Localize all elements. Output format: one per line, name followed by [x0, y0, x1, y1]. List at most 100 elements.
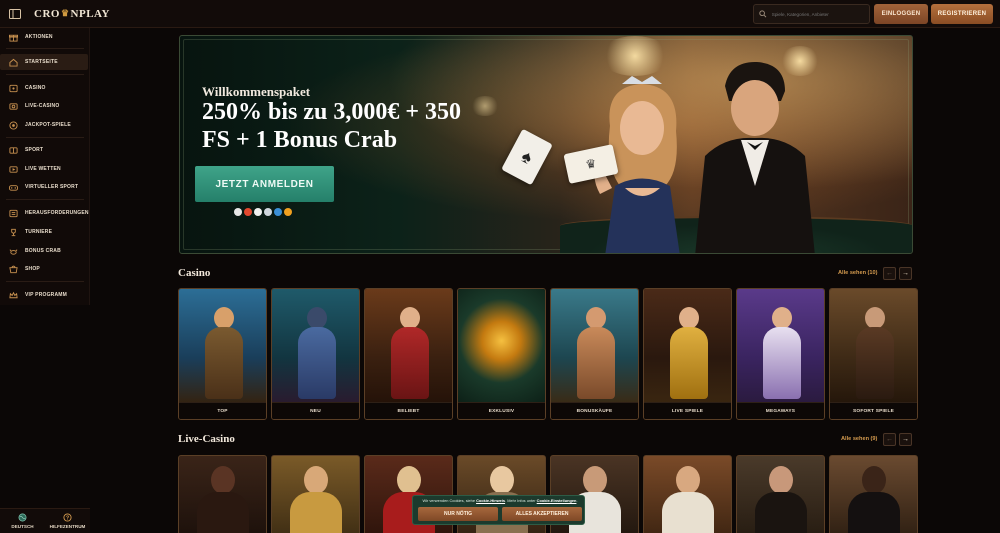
chevron-right-icon: → [902, 436, 909, 443]
sidebar-item-turniere[interactable]: TURNIERE [0, 224, 90, 240]
sidebar-item-label: LIVE-CASINO [25, 103, 60, 109]
casino-next-button[interactable]: → [899, 267, 912, 280]
sidebar-item-live-casino[interactable]: LIVE-CASINO [0, 98, 90, 114]
sidebar-item-label: LIVE WETTEN [25, 166, 61, 172]
sidebar-item-jackpot[interactable]: JACKPOT-SPIELE [0, 117, 90, 133]
sidebar-item-vip-programm[interactable]: VIP PROGRAMM [0, 287, 90, 303]
casino-prev-button[interactable]: ← [883, 267, 896, 280]
live-game-card[interactable] [643, 455, 732, 533]
payment-mastercard-icon [244, 208, 252, 216]
sidebar-divider [6, 48, 84, 49]
cookie-settings-link[interactable]: Cookie-Einstellungen [537, 498, 577, 503]
sidebar-item-label: AKTIONEN [25, 34, 53, 40]
category-card-instant-games[interactable]: SOFORT SPIELE [829, 288, 918, 420]
live-casino-see-all-link[interactable]: Alle sehen (9) [841, 436, 877, 442]
live-game-card[interactable] [178, 455, 267, 533]
sidebar-item-label: VIP PROGRAMM [25, 292, 68, 298]
crown-icon [8, 290, 18, 300]
chevron-left-icon: ← [886, 270, 893, 277]
live-game-card[interactable] [271, 455, 360, 533]
language-button[interactable]: DEUTSCH [0, 509, 45, 533]
live-casino-next-button[interactable]: → [899, 433, 912, 446]
home-icon [8, 57, 18, 67]
banner-title: 250% bis zu 3,000€ + 350 FS + 1 Bonus Cr… [202, 99, 462, 153]
live-casino-prev-button[interactable]: ← [883, 433, 896, 446]
casino-icon [8, 83, 18, 93]
category-card-bonus-buys[interactable]: BONUSKÄUFE [550, 288, 639, 420]
sidebar-item-herausforderungen[interactable]: HERAUSFORDERUNGEN [0, 205, 90, 221]
register-button[interactable]: REGISTRIEREN [931, 4, 993, 24]
live-casino-section-title: Live-Casino [178, 433, 235, 445]
chevron-left-icon: ← [886, 436, 893, 443]
sidebar-item-label: STARTSEITE [25, 59, 58, 65]
sidebar-item-aktionen[interactable]: AKTIONEN [0, 29, 90, 45]
login-button[interactable]: EINLOGGEN [874, 4, 928, 24]
sidebar-bottom-nav: DEUTSCH ? HILFEZENTRUM [0, 508, 90, 533]
character-illustration [387, 307, 433, 399]
sidebar-item-label: CASINO [25, 85, 46, 91]
welcome-banner[interactable]: ♠ ♛ Willkommenspaket 250% bis zu 3,000€ … [179, 35, 913, 254]
live-game-card[interactable] [736, 455, 825, 533]
cookie-banner: Wir verwenden Cookies, siehe Cookie-Hinw… [412, 495, 585, 525]
character-illustration [852, 307, 898, 399]
search-input[interactable] [771, 11, 869, 17]
card-label: SOFORT SPIELE [830, 402, 917, 419]
trophy-icon [8, 227, 18, 237]
sport-icon [8, 145, 18, 155]
sidebar-divider [6, 137, 84, 138]
category-card-live-games[interactable]: LIVE SPIELE [643, 288, 732, 420]
character-illustration [573, 307, 619, 399]
live-game-card[interactable] [829, 455, 918, 533]
sidebar-item-live-wetten[interactable]: LIVE WETTEN [0, 161, 90, 177]
category-card-new[interactable]: NEU [271, 288, 360, 420]
cookie-accept-all-button[interactable]: ALLES AKZEPTIEREN [502, 507, 582, 521]
sidebar-item-sport[interactable]: SPORT [0, 142, 90, 158]
cookie-text-part: . Mehr Infos unter [505, 498, 537, 503]
jackpot-icon [8, 120, 18, 130]
card-label: LIVE SPIELE [644, 402, 731, 419]
character-illustration [759, 307, 805, 399]
category-card-top[interactable]: TOP [178, 288, 267, 420]
character-illustration [294, 307, 340, 399]
category-card-exclusive[interactable]: EXKLUSIV [457, 288, 546, 420]
casino-section-title: Casino [178, 267, 211, 279]
signup-now-button[interactable]: JETZT ANMELDEN [195, 166, 334, 202]
sidebar-divider [6, 281, 84, 282]
help-label: HILFEZENTRUM [49, 524, 86, 529]
live-bet-icon [8, 164, 18, 174]
gift-icon [8, 32, 18, 42]
sidebar-item-virtueller-sport[interactable]: VIRTUELLER SPORT [0, 179, 90, 195]
top-bar: CRO ♛ NPLAY EINLOGGEN REGISTRIEREN [0, 0, 1000, 28]
payment-visa-icon [234, 208, 242, 216]
chevron-right-icon: → [902, 270, 909, 277]
chandelier-light [600, 36, 670, 76]
help-center-button[interactable]: ? HILFEZENTRUM [45, 509, 90, 533]
dealer-illustration [695, 61, 815, 253]
sidebar-item-casino[interactable]: CASINO [0, 80, 90, 96]
search-box[interactable] [753, 4, 870, 24]
sidebar-item-shop[interactable]: SHOP [0, 261, 90, 277]
sidebar-item-label: SPORT [25, 147, 44, 153]
logo-crown-icon: ♛ [60, 8, 70, 18]
payment-wallet-icon [264, 208, 272, 216]
search-icon [759, 10, 767, 18]
category-card-popular[interactable]: BELIEBT [364, 288, 453, 420]
viking-illustration [201, 307, 247, 399]
cookie-notice-link[interactable]: Cookie-Hinweis [476, 498, 505, 503]
sidebar-item-startseite[interactable]: STARTSEITE [0, 54, 88, 70]
category-card-megaways[interactable]: MEGAWAYS [736, 288, 825, 420]
sidebar: AKTIONEN STARTSEITE CASINO LIVE-CASINO J… [0, 28, 90, 305]
casino-see-all-link[interactable]: Alle sehen (10) [838, 270, 877, 276]
crownplay-logo[interactable]: CRO ♛ NPLAY [34, 8, 110, 20]
shop-icon [8, 264, 18, 274]
cookie-necessary-only-button[interactable]: NUR NÖTIG [418, 507, 498, 521]
sidebar-item-bonus-crab[interactable]: BONUS CRAB [0, 243, 90, 259]
payment-bank-icon [254, 208, 262, 216]
cookie-text-part: Wir verwenden Cookies, siehe [422, 498, 477, 503]
card-label: EXKLUSIV [458, 402, 545, 419]
sidebar-toggle-button[interactable] [0, 0, 30, 28]
card-label: NEU [272, 402, 359, 419]
card-label: BELIEBT [365, 402, 452, 419]
globe-icon [18, 513, 27, 522]
sidebar-item-label: BONUS CRAB [25, 248, 61, 254]
